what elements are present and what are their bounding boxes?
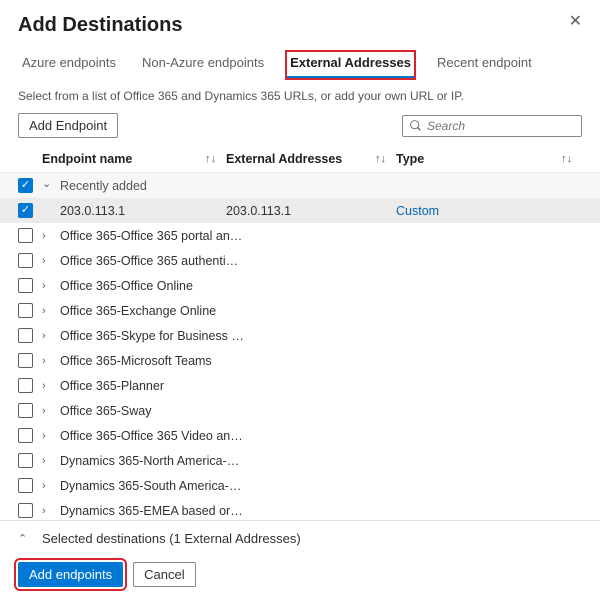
table-row[interactable]: 203.0.113.1 203.0.113.1 Custom (0, 198, 600, 223)
chevron-right-icon[interactable] (42, 480, 56, 492)
checkbox[interactable] (18, 503, 33, 518)
endpoint-name: Office 365-Office 365 Video and Micr... (60, 429, 244, 443)
table-row[interactable]: Office 365-Office Online (0, 273, 600, 298)
chevron-right-icon[interactable] (42, 355, 56, 367)
tab-azure-endpoints[interactable]: Azure endpoints (18, 51, 120, 79)
chevron-up-icon: ⌃ (18, 532, 32, 545)
tab-recent-endpoint[interactable]: Recent endpoint (433, 51, 536, 79)
cancel-button[interactable]: Cancel (133, 562, 195, 587)
search-box[interactable] (402, 115, 582, 137)
endpoint-type: Custom (396, 204, 600, 218)
checkbox[interactable] (18, 428, 33, 443)
column-type[interactable]: Type↑↓ (396, 152, 582, 166)
checkbox[interactable] (18, 478, 33, 493)
checkbox[interactable] (18, 178, 33, 193)
search-input[interactable] (427, 119, 575, 133)
checkbox[interactable] (18, 328, 33, 343)
endpoint-name: Office 365-Planner (60, 379, 244, 393)
checkbox[interactable] (18, 278, 33, 293)
tab-external-addresses[interactable]: External Addresses (286, 51, 415, 79)
checkbox[interactable] (18, 228, 33, 243)
group-recently-added[interactable]: Recently added (0, 173, 600, 198)
table-row[interactable]: Dynamics 365-EMEA based organizat... (0, 498, 600, 520)
chevron-right-icon[interactable] (42, 280, 56, 292)
checkbox[interactable] (18, 253, 33, 268)
table-row[interactable]: Office 365-Office 365 authentication ... (0, 248, 600, 273)
chevron-right-icon[interactable] (42, 305, 56, 317)
checkbox[interactable] (18, 303, 33, 318)
table-row[interactable]: Office 365-Office 365 portal and shar... (0, 223, 600, 248)
column-external-addresses[interactable]: External Addresses↑↓ (226, 152, 396, 166)
chevron-right-icon[interactable] (42, 455, 56, 467)
endpoint-name: Office 365-Exchange Online (60, 304, 244, 318)
table-row[interactable]: Dynamics 365-North America-based ... (0, 448, 600, 473)
checkbox[interactable] (18, 453, 33, 468)
column-endpoint-name[interactable]: Endpoint name↑↓ (42, 152, 226, 166)
table-row[interactable]: Office 365-Office 365 Video and Micr... (0, 423, 600, 448)
chevron-right-icon[interactable] (42, 405, 56, 417)
endpoint-name: Dynamics 365-North America-based ... (60, 454, 244, 468)
endpoint-address: 203.0.113.1 (226, 204, 396, 218)
endpoint-name: Dynamics 365-EMEA based organizat... (60, 504, 244, 518)
endpoint-name: Office 365-Microsoft Teams (60, 354, 244, 368)
endpoint-name: Office 365-Office Online (60, 279, 244, 293)
table-row[interactable]: Dynamics 365-South America-based ... (0, 473, 600, 498)
endpoint-name: 203.0.113.1 (42, 204, 226, 218)
endpoint-name: Office 365-Office 365 authentication ... (60, 254, 244, 268)
chevron-right-icon[interactable] (42, 380, 56, 392)
table-row[interactable]: Office 365-Microsoft Teams (0, 348, 600, 373)
column-headers: Endpoint name↑↓ External Addresses↑↓ Typ… (0, 148, 600, 172)
endpoint-name: Office 365-Skype for Business Online (60, 329, 244, 343)
panel-title: Add Destinations (18, 14, 182, 37)
close-icon[interactable]: ✕ (569, 14, 582, 30)
chevron-right-icon[interactable] (42, 230, 56, 242)
endpoint-name: Office 365-Sway (60, 404, 244, 418)
chevron-right-icon[interactable] (42, 430, 56, 442)
summary-text: Selected destinations (1 External Addres… (42, 531, 301, 546)
sort-icon: ↑↓ (561, 153, 572, 165)
table-row[interactable]: Office 365-Sway (0, 398, 600, 423)
tabs: Azure endpoints Non-Azure endpoints Exte… (0, 45, 600, 79)
chevron-right-icon[interactable] (42, 255, 56, 267)
endpoint-list[interactable]: Recently added 203.0.113.1 203.0.113.1 C… (0, 172, 600, 520)
search-icon (409, 119, 422, 132)
chevron-right-icon[interactable] (42, 505, 56, 517)
table-row[interactable]: Office 365-Planner (0, 373, 600, 398)
chevron-right-icon[interactable] (42, 330, 56, 342)
add-endpoint-button[interactable]: Add Endpoint (18, 113, 118, 138)
checkbox[interactable] (18, 378, 33, 393)
tab-non-azure-endpoints[interactable]: Non-Azure endpoints (138, 51, 268, 79)
checkbox[interactable] (18, 353, 33, 368)
checkbox[interactable] (18, 203, 33, 218)
sort-icon: ↑↓ (205, 153, 216, 165)
add-endpoints-button[interactable]: Add endpoints (18, 562, 123, 587)
chevron-down-icon[interactable] (42, 179, 56, 192)
sort-icon: ↑↓ (375, 153, 386, 165)
table-row[interactable]: Office 365-Exchange Online (0, 298, 600, 323)
table-row[interactable]: Office 365-Skype for Business Online (0, 323, 600, 348)
instruction-text: Select from a list of Office 365 and Dyn… (0, 79, 600, 113)
checkbox[interactable] (18, 403, 33, 418)
endpoint-name: Office 365-Office 365 portal and shar... (60, 229, 244, 243)
group-label: Recently added (60, 179, 244, 193)
endpoint-name: Dynamics 365-South America-based ... (60, 479, 244, 493)
selected-summary[interactable]: ⌃ Selected destinations (1 External Addr… (0, 520, 600, 556)
